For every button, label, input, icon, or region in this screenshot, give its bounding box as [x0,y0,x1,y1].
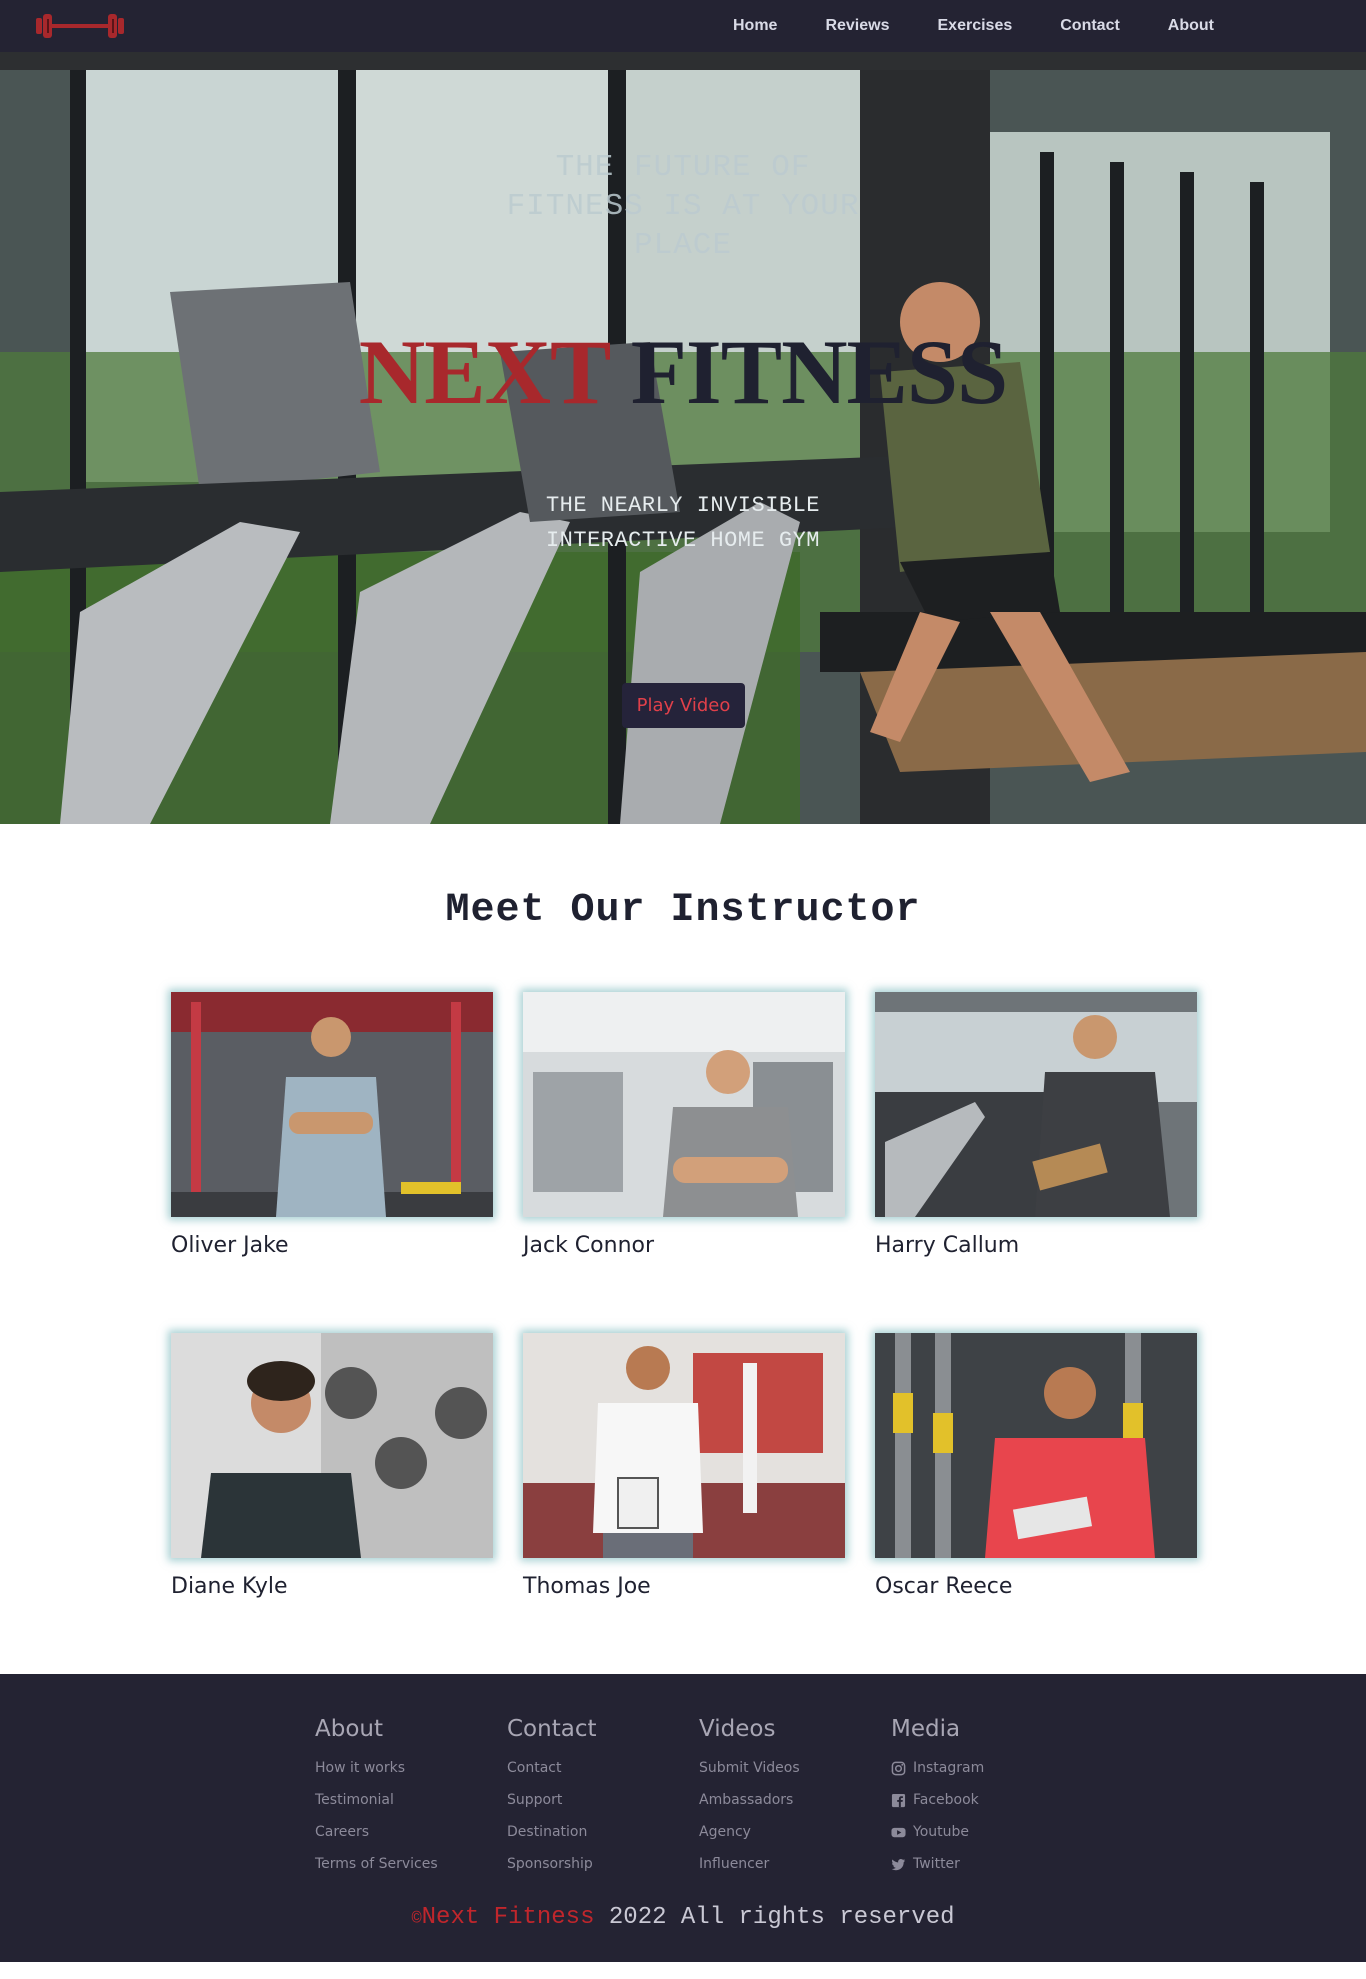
instructor-photo [171,992,493,1217]
footer-column-videos: Videos Submit Videos Ambassadors Agency … [699,1716,800,1880]
instructor-card[interactable]: Oliver Jake [171,992,493,1258]
footer-link[interactable]: Support [507,1784,596,1816]
footer-link-label: Instagram [913,1760,985,1776]
nav-contact[interactable]: Contact [1060,17,1120,35]
hero-title-fitness: FITNESS [630,321,1008,423]
instructor-photo [171,1333,493,1558]
footer-link-twitter[interactable]: Twitter [891,1848,984,1880]
footer-link[interactable]: Submit Videos [699,1752,800,1784]
footer-link-facebook[interactable]: Facebook [891,1784,984,1816]
facebook-icon [891,1793,906,1807]
footer-column-about: About How it works Testimonial Careers T… [315,1716,438,1880]
copyright-brand: Next Fitness [421,1904,595,1931]
footer-link[interactable]: Destination [507,1816,596,1848]
footer-heading: Videos [699,1716,776,1742]
instructor-name: Oscar Reece [875,1574,1013,1599]
instructor-card[interactable]: Jack Connor [523,992,845,1258]
hero-banner: THE FUTURE OF FITNESS IS AT YOUR PLACE N… [0,52,1366,824]
instagram-icon [891,1761,906,1775]
footer-link[interactable]: Terms of Services [315,1848,438,1880]
footer-link-label: Facebook [913,1792,979,1808]
footer-link[interactable]: How it works [315,1752,438,1784]
instructor-card[interactable]: Diane Kyle [171,1333,493,1599]
dumbbell-logo-icon[interactable] [34,6,126,46]
footer-link[interactable]: Testimonial [315,1784,438,1816]
footer-link[interactable]: Agency [699,1816,800,1848]
instructor-photo [875,1333,1197,1558]
footer-link-youtube[interactable]: Youtube [891,1816,984,1848]
hero-title: NEXT FITNESS [283,322,1083,422]
instructor-photo [523,1333,845,1558]
instructor-card[interactable]: Oscar Reece [875,1333,1197,1599]
hero-tagline: THE FUTURE OF FITNESS IS AT YOUR PLACE [506,150,860,263]
footer-link-instagram[interactable]: Instagram [891,1752,984,1784]
copyright-symbol: © [411,1910,422,1929]
nav-links: Home Reviews Exercises Contact About [685,0,1214,52]
instructor-card[interactable]: Thomas Joe [523,1333,845,1599]
play-video-button[interactable]: Play Video [622,683,745,728]
navbar: Home Reviews Exercises Contact About [0,0,1366,52]
footer-heading: About [315,1716,384,1742]
footer-link[interactable]: Influencer [699,1848,800,1880]
footer-link[interactable]: Careers [315,1816,438,1848]
copyright: ©Next Fitness 2022 All rights reserved [0,1904,1366,1931]
instructor-section-title: Meet Our Instructor [445,888,921,933]
instructor-name: Thomas Joe [523,1574,651,1599]
footer: About How it works Testimonial Careers T… [0,1674,1366,1962]
instructor-name: Harry Callum [875,1233,1020,1258]
nav-reviews[interactable]: Reviews [825,17,889,35]
instructor-photo [523,992,845,1217]
twitter-icon [891,1858,906,1870]
nav-home[interactable]: Home [733,17,777,35]
copyright-text: 2022 All rights reserved [594,1904,955,1931]
footer-column-contact: Contact Contact Support Destination Spon… [507,1716,596,1880]
instructor-name: Jack Connor [523,1233,655,1258]
footer-link-label: Youtube [913,1824,969,1840]
instructor-name: Diane Kyle [171,1574,288,1599]
instructor-name: Oliver Jake [171,1233,289,1258]
hero-subtitle: THE NEARLY INVISIBLE INTERACTIVE HOME GY… [545,493,821,553]
footer-heading: Media [891,1716,961,1742]
hero-title-next: NEXT [358,321,610,423]
footer-link[interactable]: Contact [507,1752,596,1784]
footer-link[interactable]: Sponsorship [507,1848,596,1880]
footer-heading: Contact [507,1716,597,1742]
footer-column-media: Media Instagram Facebook Youtube Twitter [891,1716,984,1880]
footer-link[interactable]: Ambassadors [699,1784,800,1816]
footer-link-label: Twitter [913,1856,960,1872]
youtube-icon [891,1827,906,1837]
instructor-photo [875,992,1197,1217]
nav-exercises[interactable]: Exercises [938,17,1013,35]
nav-about[interactable]: About [1168,17,1214,35]
instructor-card[interactable]: Harry Callum [875,992,1197,1258]
